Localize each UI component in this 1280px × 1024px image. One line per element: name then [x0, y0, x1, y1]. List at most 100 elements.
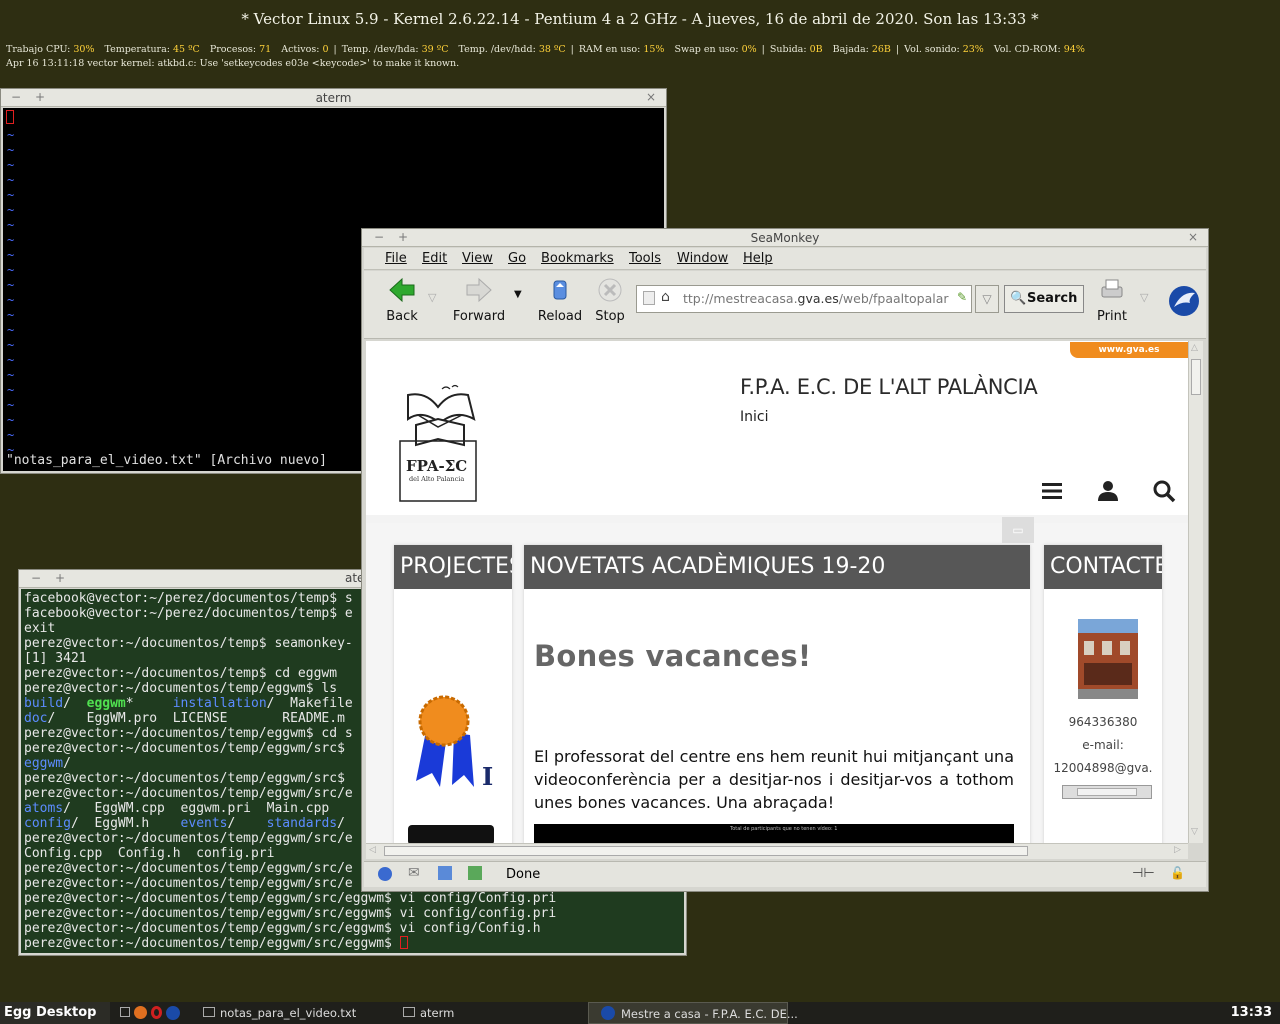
- video-embed[interactable]: Total de participants que no tenen vídeo…: [534, 824, 1014, 843]
- reload-button[interactable]: Reload: [536, 277, 584, 324]
- scroll-down-arrow-icon[interactable]: ▽: [1191, 827, 1198, 837]
- addressbook-icon[interactable]: [468, 866, 482, 880]
- back-button[interactable]: Back: [382, 277, 422, 324]
- terminal-text: perez@vector:~/documentos/temp/eggwm/src…: [24, 786, 353, 801]
- menu-go[interactable]: Go: [508, 251, 526, 266]
- contact-scrollbar[interactable]: [1062, 785, 1152, 799]
- composer-icon[interactable]: [438, 866, 452, 880]
- forward-button[interactable]: Forward: [450, 277, 508, 324]
- empty-line-tilde: ~: [7, 443, 15, 457]
- minimize-button[interactable]: −: [31, 571, 41, 585]
- menu-window[interactable]: Window: [677, 251, 728, 266]
- window-titlebar[interactable]: − + aterm ×: [1, 89, 666, 107]
- stat-label: Vol. CD-ROM:: [993, 44, 1064, 55]
- bookmark-pencil-icon[interactable]: ✎: [957, 290, 967, 304]
- seamonkey-browser-window[interactable]: − + SeaMonkey × File Edit View Go Bookma…: [361, 228, 1209, 892]
- scroll-left-arrow-icon[interactable]: ◁: [369, 845, 376, 855]
- taskbar: Egg Desktop notas_para_el_video.txt ater…: [0, 1002, 1280, 1024]
- navigator-icon[interactable]: [378, 867, 392, 881]
- task-vim-window[interactable]: notas_para_el_video.txt: [200, 1002, 390, 1024]
- web-page-content[interactable]: www.gva.es FPA-ΣC del Alto Palancia F.P.…: [366, 341, 1188, 843]
- task-seamonkey-window[interactable]: Mestre a casa - F.P.A. E.C. DE...: [588, 1002, 798, 1024]
- close-button[interactable]: ×: [1188, 230, 1198, 244]
- search-button[interactable]: 🔍 Search: [1004, 285, 1084, 313]
- maximize-button[interactable]: +: [55, 571, 65, 585]
- start-menu-button[interactable]: Egg Desktop: [0, 1002, 110, 1024]
- menu-file[interactable]: File: [385, 251, 407, 266]
- scroll-thumb[interactable]: [384, 846, 1028, 856]
- menu-view[interactable]: View: [462, 251, 493, 266]
- terminal-line: perez@vector:~/documentos/temp/eggwm/src…: [24, 921, 681, 936]
- seamonkey-logo-icon[interactable]: [1168, 285, 1200, 317]
- home-icon[interactable]: ⌂: [661, 289, 670, 305]
- contact-heading[interactable]: CONTACTE: [1044, 545, 1162, 589]
- reload-icon: [553, 280, 567, 300]
- terminal-text: [1] 3421: [24, 651, 87, 666]
- post-title[interactable]: Bones vacances!: [534, 639, 811, 673]
- stat-label: Subida:: [769, 44, 810, 55]
- site-title[interactable]: F.P.A. E.C. DE L'ALT PALÀNCIA: [740, 375, 1038, 399]
- empty-line-tilde: ~: [7, 428, 15, 442]
- stat-label: Temp. /dev/hda:: [341, 44, 422, 55]
- stop-button[interactable]: Stop: [592, 277, 628, 324]
- scroll-right-arrow-icon[interactable]: ▷: [1174, 845, 1181, 855]
- print-dropdown[interactable]: ▽: [1140, 291, 1148, 304]
- print-button[interactable]: Print: [1092, 277, 1132, 324]
- news-heading[interactable]: NOVETATS ACADÈMIQUES 19-20: [524, 545, 1030, 589]
- contact-email[interactable]: 12004898@gva.: [1044, 761, 1162, 775]
- menu-bookmarks[interactable]: Bookmarks: [541, 251, 614, 266]
- menu-help[interactable]: Help: [743, 251, 773, 266]
- stat-separator: |: [333, 44, 337, 55]
- award-ribbon-icon[interactable]: I: [406, 691, 502, 791]
- show-desktop-icon[interactable]: [120, 1007, 130, 1017]
- url-history-dropdown[interactable]: ▽: [975, 285, 999, 313]
- stat-label: Temperatura:: [104, 44, 173, 55]
- forward-history-dropdown[interactable]: ▼: [514, 289, 522, 300]
- window-titlebar[interactable]: − + SeaMonkey ×: [362, 229, 1208, 247]
- empty-line-tilde: ~: [7, 293, 15, 307]
- terminal-text: installation: [172, 696, 267, 711]
- terminal-line: perez@vector:~/documentos/temp/eggwm/src…: [24, 936, 681, 951]
- empty-line-tilde: ~: [7, 158, 15, 172]
- menu-tools[interactable]: Tools: [629, 251, 661, 266]
- empty-line-tilde: ~: [7, 383, 15, 397]
- gva-link-tab[interactable]: www.gva.es: [1070, 342, 1188, 358]
- printer-icon: [1101, 279, 1123, 298]
- scroll-thumb[interactable]: [1077, 788, 1137, 796]
- scroll-up-arrow-icon[interactable]: △: [1191, 343, 1198, 353]
- display-toggle-icon[interactable]: ▭: [1002, 517, 1034, 543]
- window-title: aterm: [315, 91, 352, 105]
- security-lock-icon[interactable]: 🔓: [1170, 866, 1185, 880]
- kernel-log-line: Apr 16 13:11:18 vector kernel: atkbd.c: …: [6, 58, 460, 69]
- projects-heading[interactable]: PROJECTES: [394, 545, 512, 589]
- terminal-text: exit: [24, 621, 56, 636]
- stat-label: Trabajo CPU:: [6, 44, 74, 55]
- firefox-launcher-icon[interactable]: [134, 1006, 147, 1019]
- user-icon[interactable]: [1096, 479, 1120, 503]
- empty-line-tilde: ~: [7, 278, 15, 292]
- mail-icon[interactable]: ✉: [408, 865, 420, 881]
- empty-line-tilde: ~: [7, 248, 15, 262]
- breadcrumb-home[interactable]: Inici: [740, 409, 768, 425]
- task-label: Mestre a casa - F.P.A. E.C. DE...: [621, 1007, 798, 1021]
- hamburger-menu-icon[interactable]: [1040, 479, 1064, 503]
- terminal-text: atoms: [24, 801, 64, 816]
- scroll-thumb[interactable]: [1191, 359, 1201, 395]
- terminal-text: perez@vector:~/documentos/temp/eggwm/src…: [24, 921, 541, 936]
- close-button[interactable]: ×: [646, 90, 656, 104]
- search-icon[interactable]: [1152, 479, 1176, 503]
- url-bar[interactable]: ⌂ ttp://mestreacasa.gva.es/web/fpaaltopa…: [636, 285, 972, 313]
- task-aterm-window[interactable]: aterm: [400, 1002, 580, 1024]
- school-building-photo[interactable]: [1078, 619, 1138, 699]
- contact-phone: 964336380: [1068, 715, 1138, 729]
- seamonkey-launcher-icon[interactable]: [166, 1006, 180, 1020]
- vertical-scrollbar[interactable]: △ ▽: [1188, 341, 1203, 843]
- horizontal-scrollbar[interactable]: ◁ ▷: [366, 843, 1188, 859]
- opera-launcher-icon[interactable]: [151, 1006, 162, 1019]
- terminal-text: perez@vector:~/documentos/temp/eggwm$ ls: [24, 681, 338, 696]
- school-logo[interactable]: [386, 379, 490, 515]
- terminal-text: perez@vector:~/documentos/temp/eggwm/src…: [24, 741, 345, 756]
- menu-edit[interactable]: Edit: [422, 251, 447, 266]
- back-history-dropdown[interactable]: ▽: [428, 291, 436, 304]
- slideshow-controls[interactable]: [408, 825, 494, 843]
